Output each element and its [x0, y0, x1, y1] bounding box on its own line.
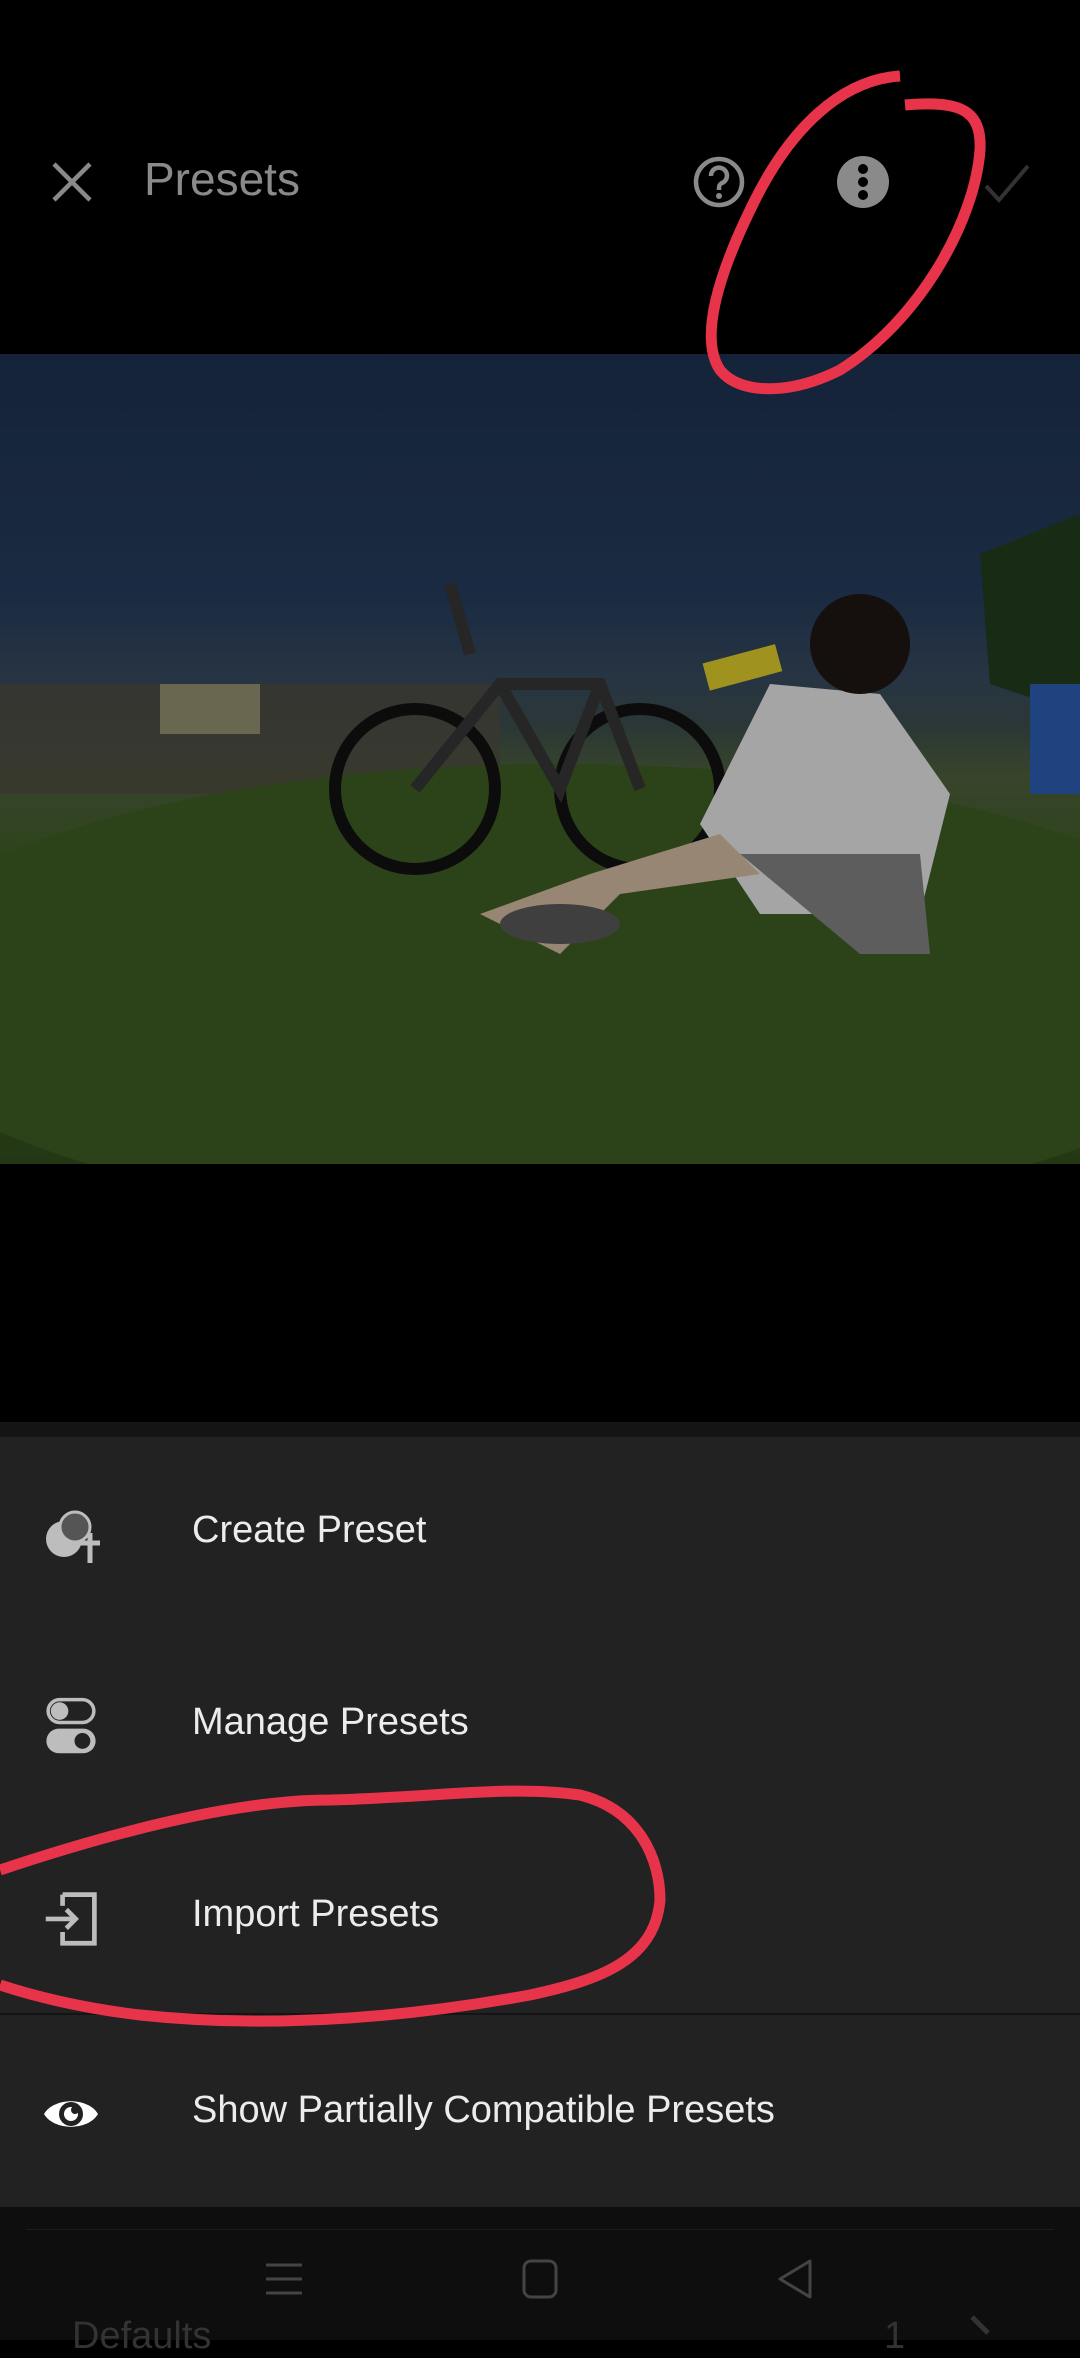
presets-menu: Create Preset Manage Presets Import Pres… — [0, 1437, 1080, 2207]
home-icon[interactable] — [518, 2257, 562, 2301]
create-preset-icon — [46, 1510, 100, 1563]
chevron-right-icon — [970, 2315, 990, 2335]
defaults-group-label: Defaults — [72, 2315, 212, 2357]
recents-icon[interactable] — [262, 2257, 306, 2301]
defaults-count: 1 — [884, 2315, 906, 2357]
eye-icon — [44, 2101, 98, 2127]
menu-item-import-presets[interactable]: Import Presets — [0, 1841, 1080, 1991]
checkmark-icon[interactable] — [982, 160, 1032, 206]
menu-item-show-partially-compatible[interactable]: Show Partially Compatible Presets — [0, 2037, 1080, 2187]
system-nav-bar: Defaults 1 — [0, 2207, 1080, 2357]
menu-item-manage-presets[interactable]: Manage Presets — [0, 1649, 1080, 1799]
photo-preview — [0, 354, 1080, 1164]
toggle-switches-icon — [46, 1697, 96, 1754]
close-icon[interactable] — [48, 158, 96, 206]
page-title: Presets — [144, 153, 300, 205]
top-bar: Presets — [0, 0, 1080, 354]
menu-divider — [0, 2013, 1080, 2015]
more-vertical-icon[interactable] — [836, 155, 890, 209]
menu-item-create-preset[interactable]: Create Preset — [0, 1457, 1080, 1607]
back-icon[interactable] — [774, 2257, 818, 2301]
help-icon[interactable] — [692, 155, 746, 209]
import-icon — [45, 1892, 97, 1946]
